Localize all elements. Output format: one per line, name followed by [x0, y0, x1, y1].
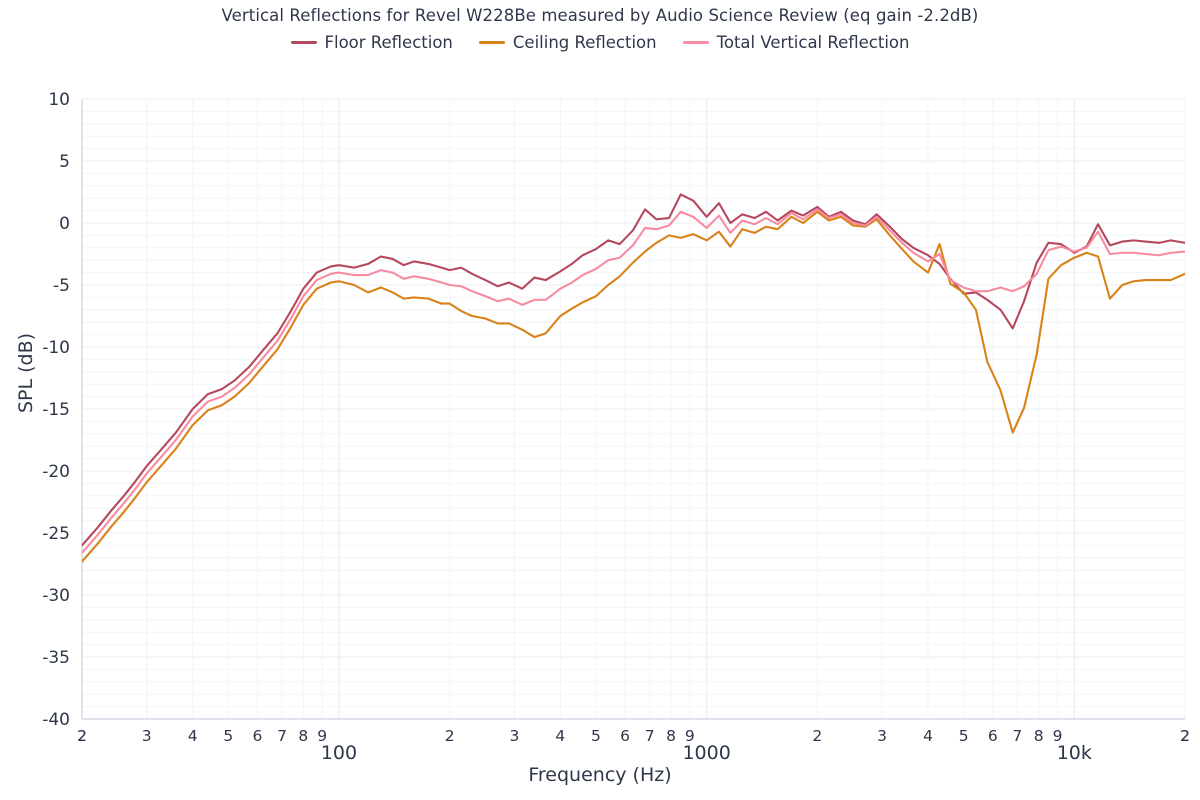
svg-text:8: 8 [666, 727, 676, 745]
svg-text:5: 5 [59, 152, 70, 172]
svg-text:2: 2 [1180, 727, 1190, 745]
plot-area: 1050-5-10-15-20-25-30-35-40 234567892345… [42, 90, 1190, 764]
svg-text:6: 6 [620, 727, 630, 745]
svg-text:5: 5 [223, 727, 233, 745]
svg-text:5: 5 [959, 727, 969, 745]
svg-text:-40: -40 [42, 710, 70, 730]
series-lines [82, 193, 1185, 563]
x-axis-tick-labels: 2 3 4 5 6 7 8 9 2 3 4 5 6 7 8 9 2 3 4 5 6 7 8 9 22 2100 1000 10k [77, 727, 1190, 764]
svg-text:7: 7 [645, 727, 655, 745]
svg-text:-15: -15 [42, 400, 70, 420]
svg-text:1000: 1000 [682, 742, 730, 764]
svg-text:8: 8 [1034, 727, 1044, 745]
svg-text:2: 2 [445, 727, 455, 745]
y-axis-title: SPL (dB) [15, 332, 37, 414]
y-axis-tick-labels: 10 5 0 -5 -10 -15 -20 -25 -30 -35 -40 [42, 90, 70, 730]
svg-text:-20: -20 [42, 462, 70, 482]
svg-text:0: 0 [59, 214, 70, 234]
svg-text:3: 3 [877, 727, 887, 745]
svg-text:-35: -35 [42, 648, 70, 668]
series-line-floor-reflection [82, 193, 1185, 547]
svg-text:100: 100 [321, 742, 357, 764]
svg-text:-30: -30 [42, 586, 70, 606]
svg-text:5: 5 [591, 727, 601, 745]
svg-text:10: 10 [48, 90, 70, 110]
svg-text:-10: -10 [42, 338, 70, 358]
svg-text:2: 2 [77, 727, 87, 745]
svg-text:4: 4 [188, 727, 198, 745]
svg-text:8: 8 [298, 727, 308, 745]
svg-text:-25: -25 [42, 524, 70, 544]
svg-text:6: 6 [988, 727, 998, 745]
grid-major-horizontal [82, 98, 1185, 720]
chart-container: Vertical Reflections for Revel W228Be me… [0, 0, 1200, 800]
svg-text:-5: -5 [53, 276, 70, 296]
svg-text:7: 7 [277, 727, 287, 745]
svg-text:3: 3 [509, 727, 519, 745]
svg-text:7: 7 [1012, 727, 1022, 745]
series-line-ceiling-reflection [82, 210, 1185, 563]
x-axis-title: Frequency (Hz) [528, 764, 672, 786]
svg-text:4: 4 [923, 727, 933, 745]
svg-text:4: 4 [555, 727, 565, 745]
svg-text:3: 3 [142, 727, 152, 745]
svg-text:6: 6 [252, 727, 262, 745]
svg-text:10k: 10k [1057, 742, 1092, 764]
svg-text:2: 2 [812, 727, 822, 745]
